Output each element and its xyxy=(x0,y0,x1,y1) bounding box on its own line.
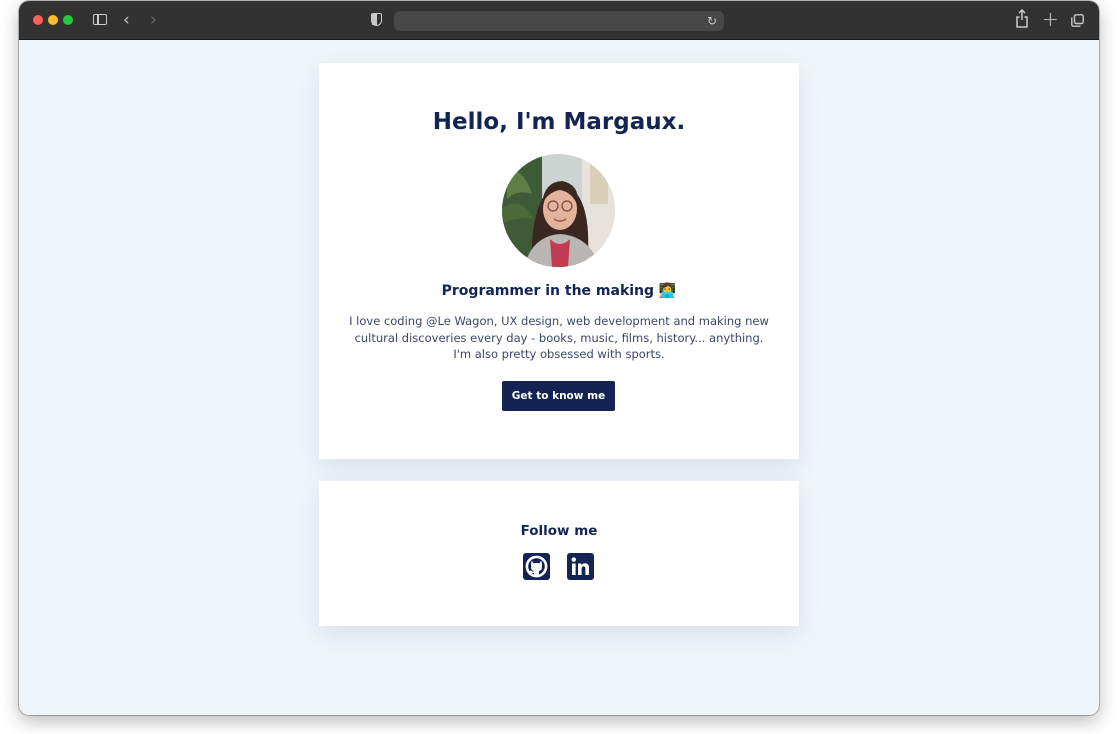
zoom-window-button[interactable] xyxy=(63,15,73,25)
follow-card: Follow me xyxy=(319,481,799,626)
tab-overview-icon[interactable] xyxy=(1071,14,1084,27)
get-to-know-me-button[interactable]: Get to know me xyxy=(502,381,615,411)
new-tab-icon[interactable]: + xyxy=(1042,8,1059,30)
intro-card: Hello, I'm Margaux. Programmer in the ma… xyxy=(319,63,799,459)
linkedin-icon[interactable] xyxy=(567,553,594,580)
minimize-window-button[interactable] xyxy=(48,15,58,25)
subtitle: Programmer in the making 👩‍💻 xyxy=(441,283,677,299)
avatar xyxy=(502,154,615,267)
privacy-shield-icon[interactable] xyxy=(371,13,382,26)
sidebar-toggle-icon[interactable] xyxy=(93,14,107,25)
page-title: Hello, I'm Margaux. xyxy=(432,109,686,135)
browser-window: ‹ › ↻ + Hello, I'm Margaux. Programmer i… xyxy=(19,1,1099,715)
browser-toolbar: ‹ › ↻ + xyxy=(19,1,1099,40)
reload-icon[interactable]: ↻ xyxy=(707,13,717,29)
close-window-button[interactable] xyxy=(33,15,43,25)
page-content: Hello, I'm Margaux. Programmer in the ma… xyxy=(19,41,1099,715)
forward-arrow-icon[interactable]: › xyxy=(150,10,157,30)
follow-title: Follow me xyxy=(520,523,598,539)
back-arrow-icon[interactable]: ‹ xyxy=(123,10,130,30)
bio-text: I love coding @Le Wagon, UX design, web … xyxy=(349,314,769,361)
share-icon[interactable] xyxy=(1015,9,1029,29)
address-bar[interactable]: ↻ xyxy=(394,11,724,31)
github-icon[interactable] xyxy=(523,553,550,580)
